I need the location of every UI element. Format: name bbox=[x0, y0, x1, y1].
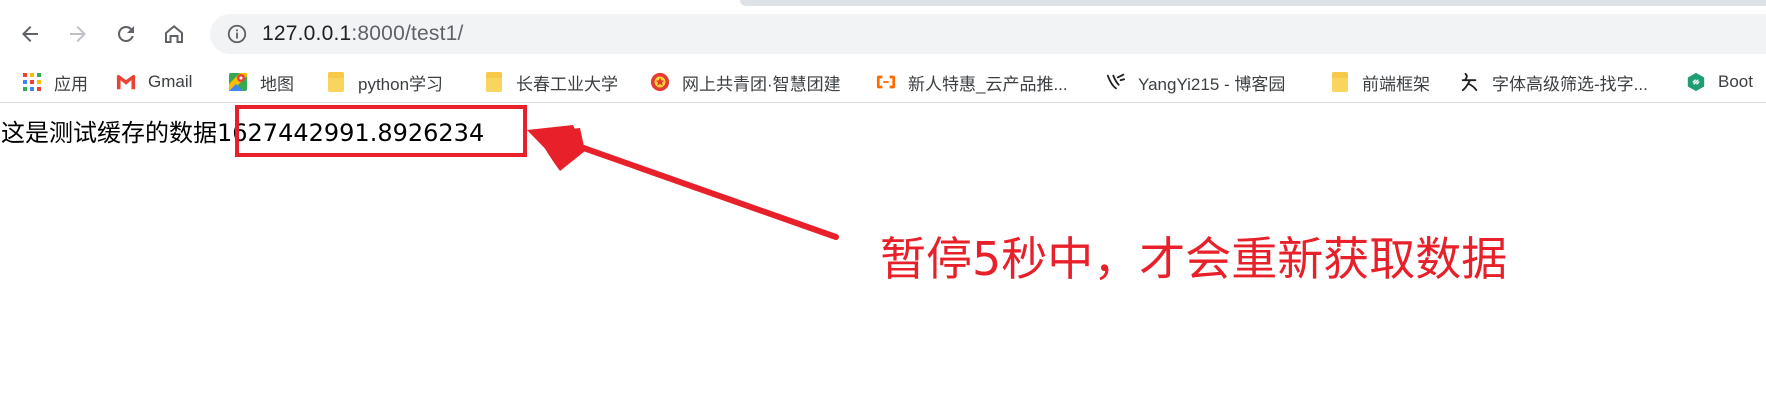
home-icon bbox=[165, 25, 183, 43]
bookmark-label: 前端框架 bbox=[1362, 74, 1430, 94]
bookmark-folder-frontend[interactable]: 前端框架 bbox=[1330, 67, 1430, 97]
bookmark-label: 长春工业大学 bbox=[516, 74, 618, 94]
tab-strip bbox=[0, 0, 1766, 8]
bootcdn-icon bbox=[1686, 72, 1706, 92]
arrow-left-icon bbox=[22, 26, 38, 42]
bookmark-cnblogs[interactable]: YangYi215 - 博客园 bbox=[1106, 67, 1285, 97]
cnblogs-icon bbox=[1106, 72, 1126, 92]
maps-icon bbox=[228, 72, 248, 92]
bookmark-maps[interactable]: 地图 bbox=[228, 67, 294, 97]
bookmark-label: Boot bbox=[1718, 72, 1753, 91]
reload-icon bbox=[117, 25, 134, 42]
gmail-icon bbox=[116, 72, 136, 92]
data-prefix: 这是测试缓存的数据 bbox=[1, 119, 217, 147]
home-button[interactable] bbox=[154, 14, 194, 54]
bookmark-label: 地图 bbox=[260, 74, 294, 94]
address-bar[interactable]: 127.0.0.1:8000/test1/ bbox=[210, 14, 1766, 54]
forward-button[interactable] bbox=[58, 14, 98, 54]
bookmark-label: python学习 bbox=[358, 74, 444, 94]
bookmark-label: 应用 bbox=[54, 74, 88, 94]
bookmark-label: YangYi215 - 博客园 bbox=[1138, 74, 1286, 94]
bookmark-font-site[interactable]: 字体高级筛选-找字... bbox=[1460, 67, 1648, 97]
url-path: :8000/test1/ bbox=[351, 22, 464, 45]
page-content: 这是测试缓存的数据1627442991.8926234 暂停5秒中，才会重新获取… bbox=[0, 103, 1766, 400]
apps-grid-icon bbox=[22, 72, 42, 92]
bookmark-apps[interactable]: 应用 bbox=[22, 67, 88, 97]
back-button[interactable] bbox=[10, 14, 50, 54]
bookmark-label: Gmail bbox=[148, 72, 193, 91]
bookmark-bootcdn[interactable]: Boot bbox=[1686, 67, 1753, 97]
bookmark-label: 字体高级筛选-找字... bbox=[1492, 74, 1648, 94]
browser-window: 127.0.0.1:8000/test1/ 应用 Gmail 地图 python… bbox=[0, 0, 1766, 400]
info-icon[interactable] bbox=[226, 23, 248, 45]
url-text[interactable]: 127.0.0.1:8000/test1/ bbox=[262, 22, 464, 46]
bookmark-label: 网上共青团·智慧团建 bbox=[682, 74, 841, 94]
annotation-text: 暂停5秒中，才会重新获取数据 bbox=[880, 232, 1508, 286]
bookmark-label: 新人特惠_云产品推... bbox=[908, 74, 1068, 94]
folder-icon bbox=[326, 72, 346, 92]
font-site-icon bbox=[1460, 72, 1480, 92]
bookmark-aliyun[interactable]: 新人特惠_云产品推... bbox=[876, 67, 1068, 97]
bookmarks-bar: 应用 Gmail 地图 python学习 长春工业大学 网上共青团·智慧团建 新… bbox=[0, 62, 1766, 103]
browser-toolbar: 127.0.0.1:8000/test1/ bbox=[0, 8, 1766, 60]
bookmark-folder-python[interactable]: python学习 bbox=[326, 67, 443, 97]
arrow-right-icon bbox=[70, 26, 86, 42]
bookmark-folder-university[interactable]: 长春工业大学 bbox=[484, 67, 618, 97]
folder-icon bbox=[1330, 72, 1350, 92]
bookmark-youth-league[interactable]: 网上共青团·智慧团建 bbox=[650, 67, 841, 97]
league-badge-icon bbox=[650, 72, 670, 92]
folder-icon bbox=[484, 72, 504, 92]
inactive-tab-edge[interactable] bbox=[740, 0, 1766, 6]
url-host: 127.0.0.1 bbox=[262, 22, 352, 45]
aliyun-icon bbox=[876, 72, 896, 92]
timestamp-highlight-box bbox=[235, 105, 527, 157]
bookmark-gmail[interactable]: Gmail bbox=[116, 67, 192, 97]
reload-button[interactable] bbox=[106, 14, 146, 54]
